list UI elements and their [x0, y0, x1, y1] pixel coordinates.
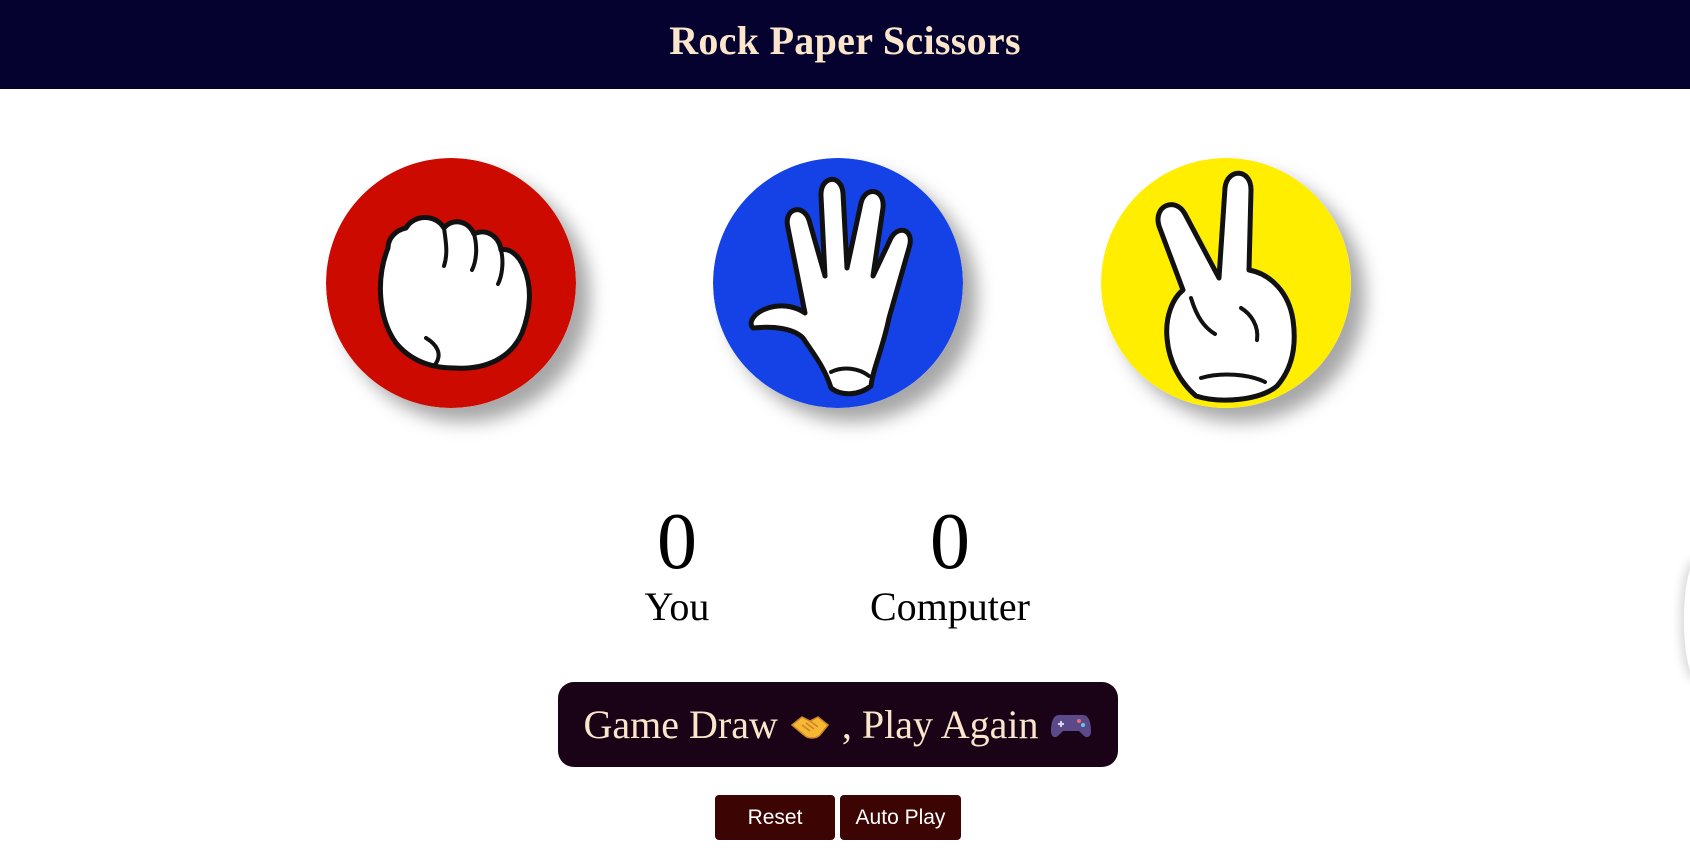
- result-banner: Game Draw , Play Again: [558, 682, 1118, 767]
- reset-button[interactable]: Reset: [715, 795, 835, 840]
- handshake-icon: [788, 703, 832, 747]
- header-bar: Rock Paper Scissors: [0, 0, 1690, 89]
- page-title: Rock Paper Scissors: [669, 18, 1021, 63]
- computer-score-value: 0: [930, 498, 970, 586]
- game-page: Rock Paper Scissors 0 You 0 Computer Gam…: [0, 0, 1690, 868]
- rock-button[interactable]: [326, 158, 576, 408]
- result-text-suffix: , Play Again: [841, 702, 1039, 747]
- paper-button[interactable]: [713, 158, 963, 408]
- player-score: 0 You: [617, 497, 737, 631]
- game-controller-icon: [1049, 703, 1093, 747]
- edge-shadow: [1684, 560, 1690, 680]
- player-score-label: You: [644, 584, 710, 629]
- computer-score: 0 Computer: [850, 497, 1050, 631]
- paper-hand-icon: [713, 158, 963, 408]
- result-text-main: Game Draw: [583, 702, 778, 747]
- scissors-hand-icon: [1101, 158, 1351, 408]
- player-score-value: 0: [657, 498, 697, 586]
- auto-play-button[interactable]: Auto Play: [840, 795, 961, 840]
- computer-score-label: Computer: [870, 584, 1030, 629]
- rock-hand-icon: [326, 158, 576, 408]
- scissors-button[interactable]: [1101, 158, 1351, 408]
